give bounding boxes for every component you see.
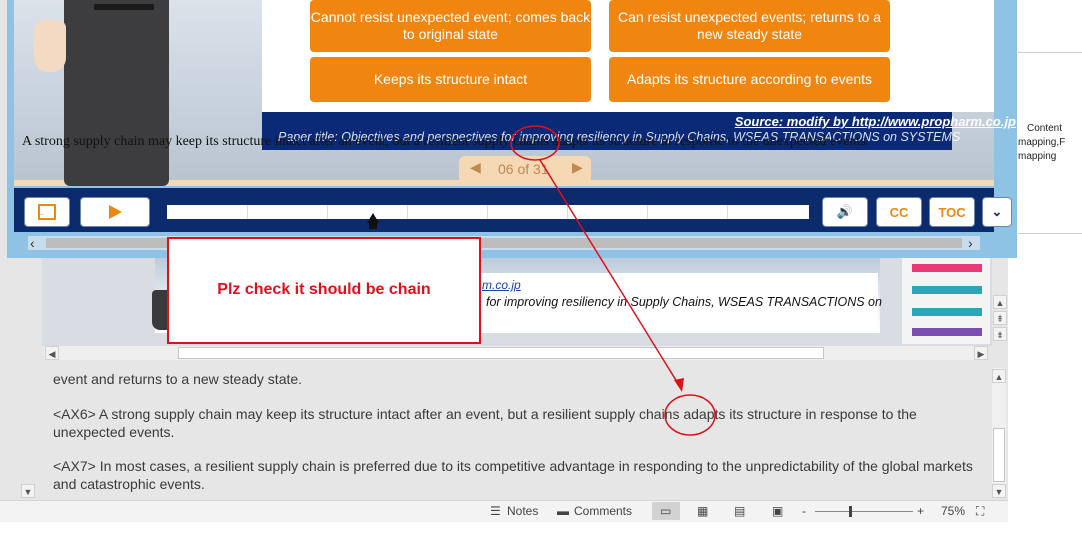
annotation-arrowhead xyxy=(674,378,684,392)
highlight-circle-notes xyxy=(664,394,716,436)
highlight-circle-caption xyxy=(510,125,560,161)
annotation-arrow xyxy=(539,159,683,391)
annotation-overlay xyxy=(510,125,716,436)
